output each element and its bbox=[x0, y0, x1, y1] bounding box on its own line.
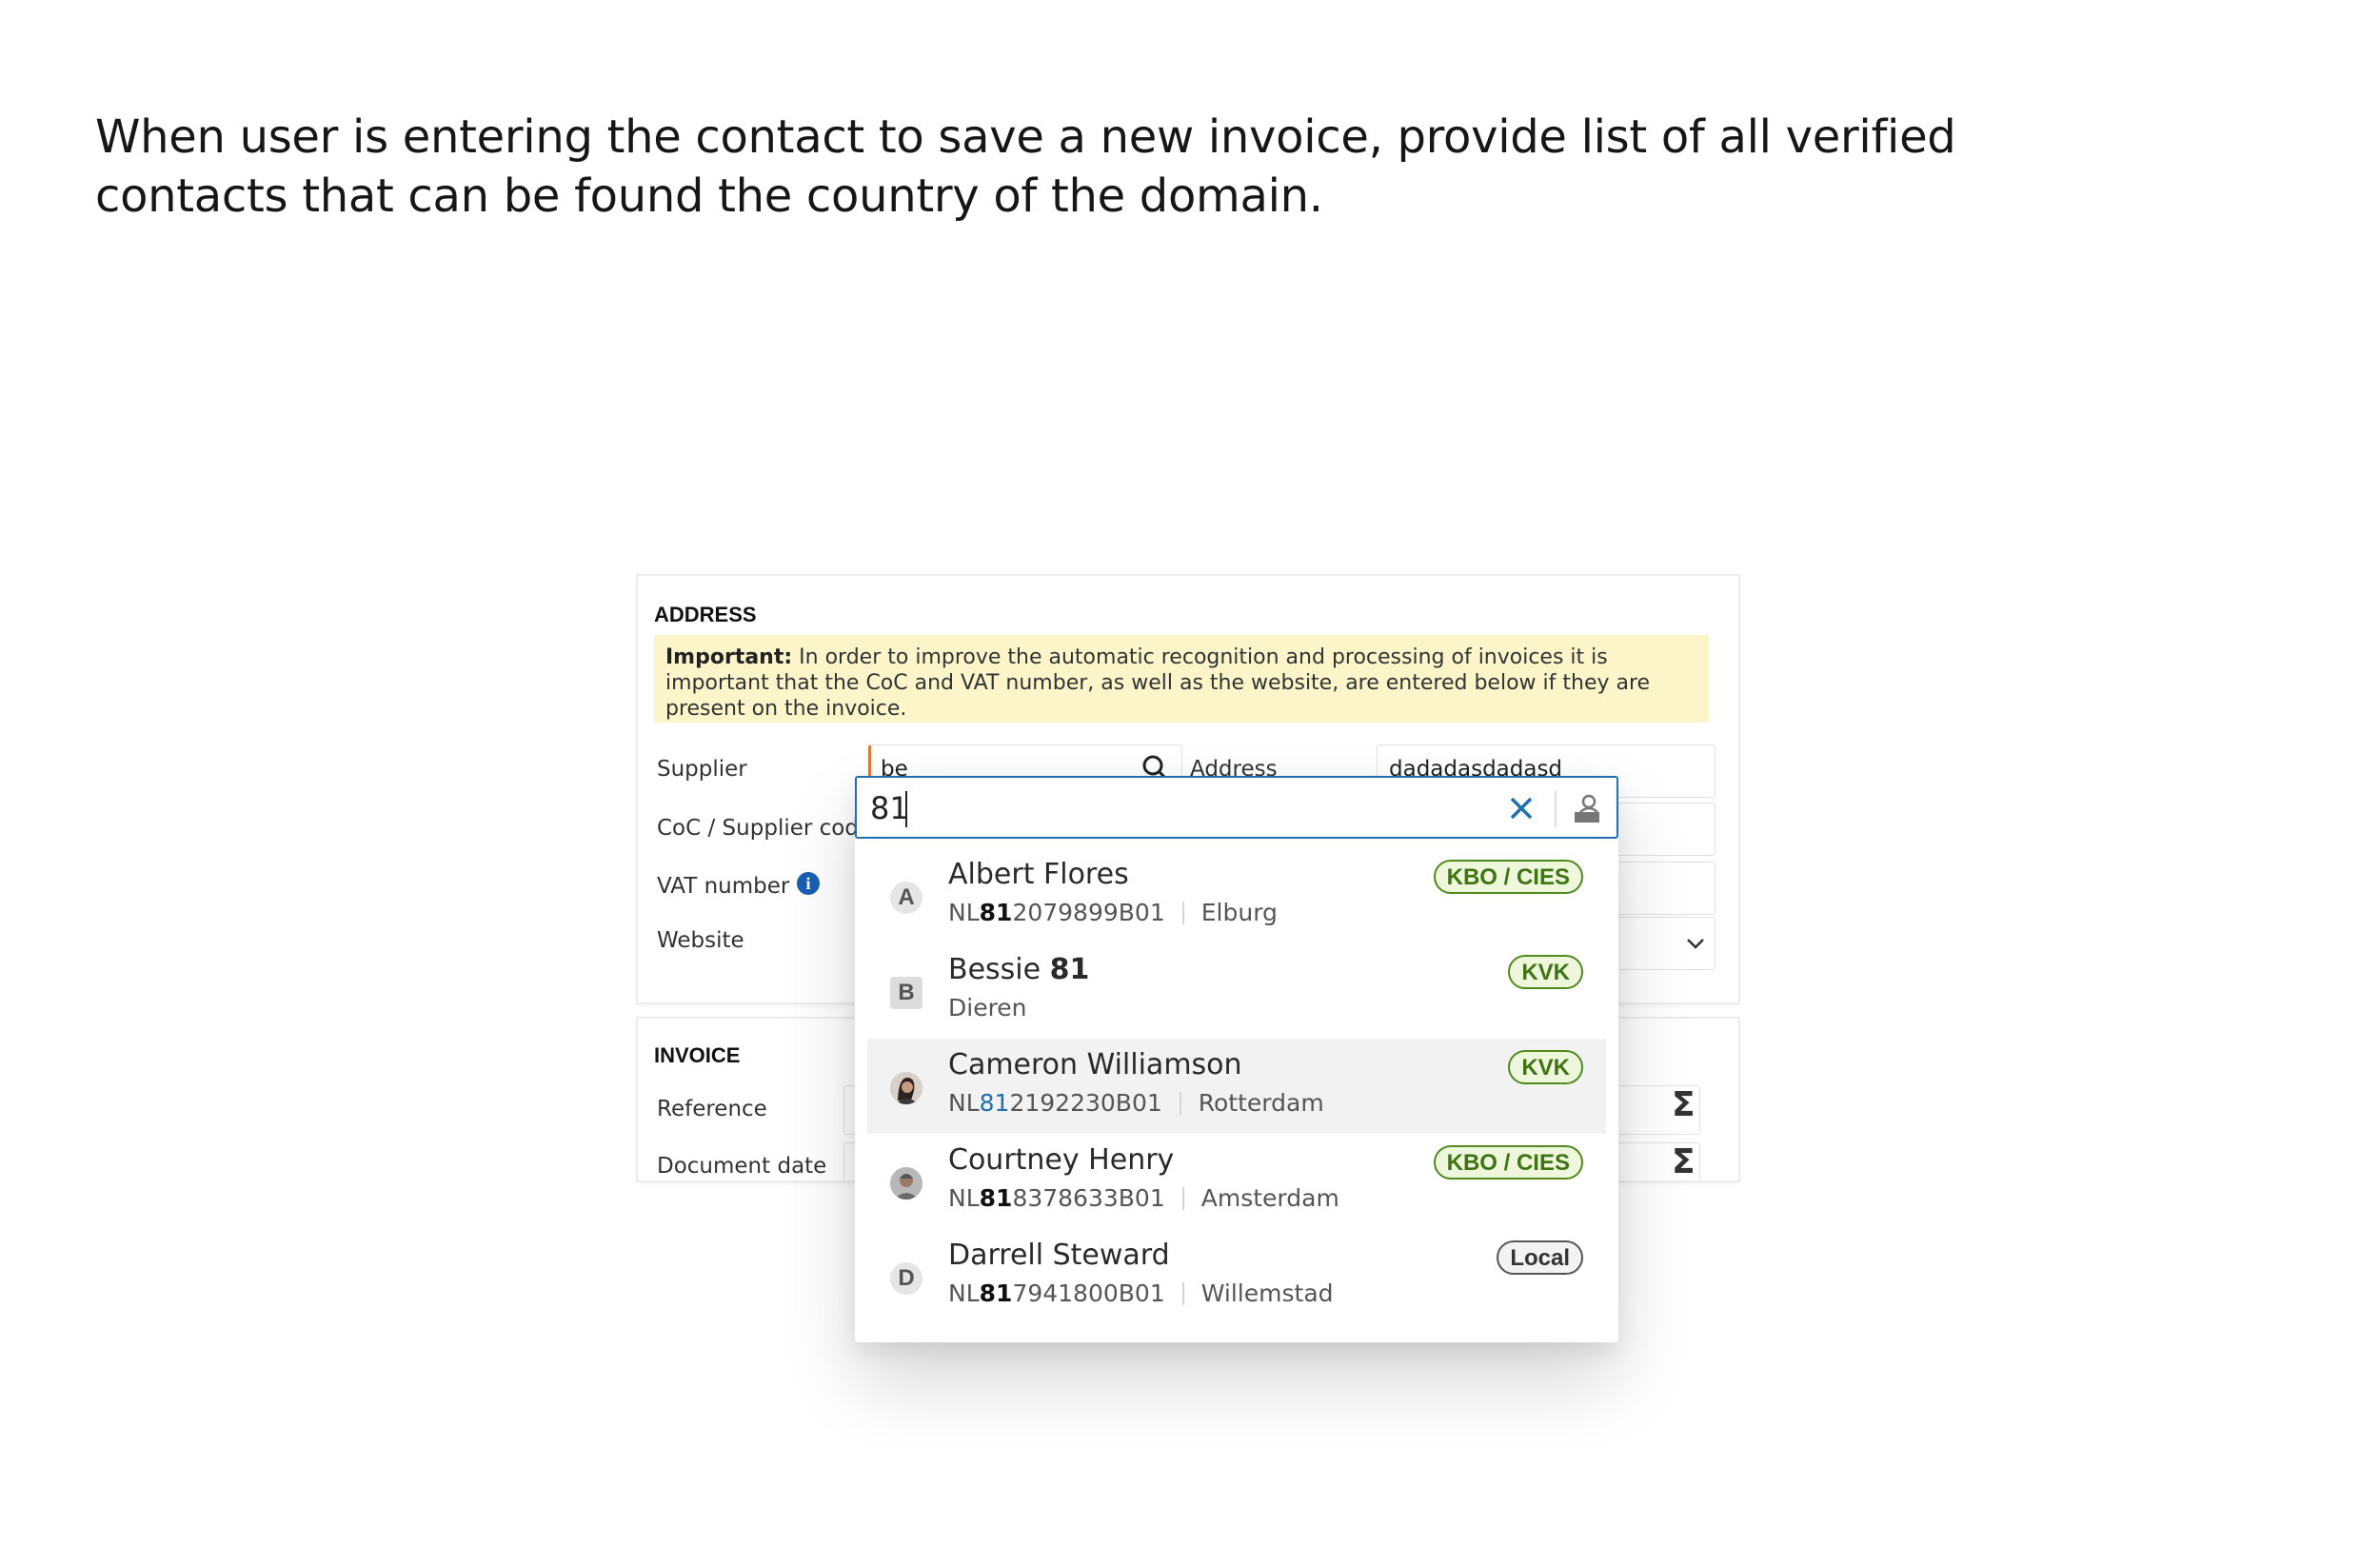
contact-details: NL818378633B01 Amsterdam bbox=[948, 1184, 1339, 1212]
contact-city: Willemstad bbox=[1200, 1279, 1334, 1307]
divider bbox=[1181, 1282, 1184, 1305]
divider bbox=[1555, 791, 1557, 827]
name-text: Cameron Williamson bbox=[948, 1048, 1242, 1081]
vat-match: 81 bbox=[979, 1089, 1010, 1117]
important-notice: Important: In order to improve the autom… bbox=[654, 635, 1709, 723]
vat-match: 81 bbox=[979, 899, 1013, 926]
sum-icon[interactable]: Σ bbox=[1672, 1085, 1696, 1124]
vat-suffix: 8378633B01 bbox=[1012, 1184, 1165, 1212]
source-badge: Local bbox=[1497, 1240, 1583, 1275]
avatar-photo bbox=[890, 1072, 922, 1104]
description-text: When user is entering the contact to sav… bbox=[95, 110, 1956, 223]
vat-match: 81 bbox=[979, 1184, 1013, 1212]
name-text: Darrell Steward bbox=[948, 1239, 1170, 1272]
invoice-section-title: INVOICE bbox=[654, 1043, 741, 1067]
address-section-title: ADDRESS bbox=[654, 603, 757, 626]
vat-prefix: NL bbox=[948, 1184, 980, 1212]
contact-option-bessie-81[interactable]: B Bessie 81 Dieren KVK bbox=[867, 943, 1606, 1039]
name-text: Courtney Henry bbox=[948, 1143, 1175, 1177]
contact-option-cameron-williamson[interactable]: Cameron Williamson NL812192230B01 Rotterd… bbox=[867, 1039, 1606, 1134]
coc-label: CoC / Supplier cod bbox=[657, 816, 859, 841]
vat-suffix: 7941800B01 bbox=[1012, 1279, 1165, 1307]
contact-details: Dieren bbox=[948, 994, 1027, 1021]
contact-card-icon[interactable] bbox=[1571, 791, 1603, 825]
contact-city: Rotterdam bbox=[1198, 1089, 1324, 1117]
contact-name: Courtney Henry bbox=[948, 1143, 1174, 1177]
divider bbox=[1181, 1187, 1184, 1210]
supplier-search-box[interactable] bbox=[855, 776, 1618, 839]
document-date-label: Document date bbox=[657, 1154, 827, 1179]
sum-icon[interactable]: Σ bbox=[1672, 1142, 1696, 1180]
contact-city: Amsterdam bbox=[1200, 1184, 1339, 1212]
vat-suffix: 2192230B01 bbox=[1009, 1089, 1162, 1117]
chevron-down-icon[interactable] bbox=[1686, 937, 1705, 950]
divider bbox=[1181, 902, 1184, 924]
vat-match: 81 bbox=[979, 1279, 1013, 1307]
source-badge: KVK bbox=[1508, 955, 1583, 989]
notice-bold: Important: bbox=[665, 645, 793, 669]
contact-name: Darrell Steward bbox=[948, 1239, 1170, 1272]
avatar: B bbox=[890, 977, 922, 1009]
contact-name: Albert Flores bbox=[948, 858, 1129, 891]
avatar: D bbox=[890, 1262, 922, 1295]
info-icon[interactable]: i bbox=[797, 872, 820, 895]
contact-details: NL812079899B01 Elburg bbox=[948, 899, 1278, 926]
vat-prefix: NL bbox=[948, 899, 980, 926]
source-badge: KBO / CIES bbox=[1433, 860, 1583, 894]
supplier-search-dropdown: A Albert Flores NL812079899B01Elburg KBO… bbox=[855, 776, 1618, 1342]
vat-prefix: NL bbox=[948, 1089, 980, 1117]
supplier-label: Supplier bbox=[657, 757, 747, 782]
source-badge: KBO / CIES bbox=[1433, 1145, 1583, 1180]
website-label: Website bbox=[657, 928, 744, 953]
avatar: A bbox=[890, 882, 922, 914]
contact-option-courtney-henry[interactable]: Courtney Henry NL818378633B01 Amsterdam K… bbox=[867, 1134, 1606, 1229]
vat-prefix: NL bbox=[948, 1279, 980, 1307]
notice-text: In order to improve the automatic recogn… bbox=[665, 645, 1651, 721]
name-match: 81 bbox=[1049, 953, 1090, 986]
contact-name: Bessie 81 bbox=[948, 953, 1089, 986]
contact-details: NL812192230B01 Rotterdam bbox=[948, 1089, 1324, 1117]
source-badge: KVK bbox=[1508, 1050, 1583, 1084]
vat-suffix: 2079899B01 bbox=[1012, 899, 1165, 926]
search-input[interactable] bbox=[870, 787, 1479, 829]
contact-name: Cameron Williamson bbox=[948, 1048, 1242, 1081]
contact-city: Elburg bbox=[1200, 899, 1278, 926]
text-caret bbox=[905, 791, 907, 827]
name-text: Bessie bbox=[948, 953, 1050, 986]
vat-number-label: VAT number bbox=[657, 874, 790, 899]
contact-details: NL817941800B01 Willemstad bbox=[948, 1279, 1334, 1307]
name-text: Albert Flores bbox=[948, 858, 1129, 891]
reference-label: Reference bbox=[657, 1097, 767, 1121]
contact-option-darrell-steward[interactable]: D Darrell Steward NL817941800B01 Willemst… bbox=[867, 1229, 1606, 1324]
contact-option-albert-flores[interactable]: A Albert Flores NL812079899B01 Elburg KBO… bbox=[867, 848, 1606, 943]
contact-city: Dieren bbox=[948, 994, 1027, 1021]
clear-icon[interactable] bbox=[1504, 791, 1538, 825]
divider bbox=[1179, 1092, 1181, 1115]
avatar-photo bbox=[890, 1167, 922, 1200]
